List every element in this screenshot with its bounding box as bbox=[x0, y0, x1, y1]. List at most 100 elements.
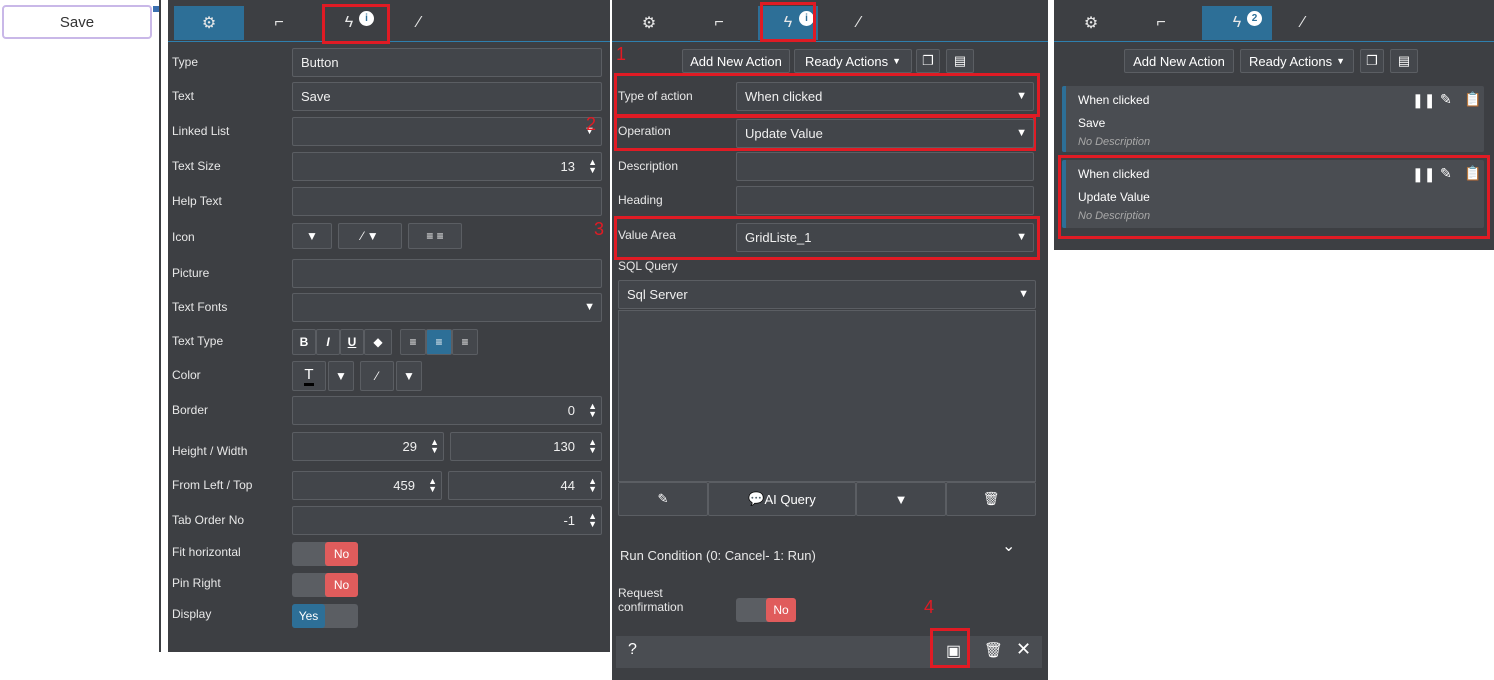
save-button-preview[interactable]: Save bbox=[2, 5, 152, 39]
tab-layout[interactable]: ⌐ bbox=[1126, 6, 1196, 40]
description-field[interactable] bbox=[736, 152, 1034, 181]
tab-layout[interactable]: ⌐ bbox=[244, 6, 314, 40]
text-label: Text bbox=[172, 89, 195, 103]
picture-field[interactable] bbox=[292, 259, 602, 288]
tab-settings[interactable]: ⚙ bbox=[174, 6, 244, 40]
paste-button[interactable]: ▤ bbox=[1390, 49, 1418, 73]
italic-button[interactable]: I bbox=[316, 329, 340, 355]
paste-button[interactable]: ▤ bbox=[946, 49, 974, 73]
icon-color-picker[interactable]: ⁄ ▼ bbox=[338, 223, 402, 249]
ready-actions-dropdown[interactable]: Ready Actions ▼ bbox=[794, 49, 912, 73]
display-toggle[interactable]: Yes bbox=[292, 604, 358, 628]
top-stepper[interactable]: 44 ▲ ▼ bbox=[448, 471, 602, 500]
pencil-icon[interactable]: ✎ bbox=[1440, 91, 1452, 108]
value-area-value: GridListe_1 bbox=[745, 230, 812, 245]
eraser-button[interactable]: ◆ bbox=[364, 329, 392, 355]
brush-icon: ⁄ ▼ bbox=[361, 229, 379, 243]
copy-button[interactable]: ❐ bbox=[1360, 49, 1384, 73]
from-left-top-label: From Left / Top bbox=[172, 478, 253, 492]
align-left-icon: ≡ ≡ bbox=[426, 229, 444, 243]
highlight-actions-tab bbox=[322, 4, 390, 44]
height-value: 29 bbox=[402, 439, 417, 454]
heading-field[interactable] bbox=[736, 186, 1034, 215]
step-marker-2: 2 bbox=[586, 114, 597, 134]
spinner-icon[interactable]: ▲ ▼ bbox=[430, 438, 439, 455]
border-stepper[interactable]: 0 ▲ ▼ bbox=[292, 396, 602, 425]
request-label-line2: confirmation bbox=[618, 600, 684, 614]
ready-actions-dropdown[interactable]: Ready Actions ▼ bbox=[1240, 49, 1354, 73]
request-confirmation-toggle[interactable]: No bbox=[736, 598, 796, 622]
action-card[interactable]: When clicked Save No Description ❚❚ ✎ 📋 bbox=[1062, 86, 1484, 152]
layout-icon: ⌐ bbox=[1156, 14, 1166, 31]
align-center-button[interactable]: ≡ bbox=[426, 329, 452, 355]
sql-query-editor[interactable] bbox=[618, 310, 1036, 482]
border-label: Border bbox=[172, 403, 209, 417]
ai-query-button[interactable]: 💬 AI Query bbox=[708, 482, 856, 516]
value-area-select[interactable]: GridListe_1 ▼ bbox=[736, 223, 1034, 252]
chevron-down-icon: ▼ bbox=[584, 301, 595, 313]
ai-query-label: AI Query bbox=[764, 491, 816, 507]
text-fonts-select[interactable]: ▼ bbox=[292, 293, 602, 322]
copy-button[interactable]: ❐ bbox=[916, 49, 940, 73]
spinner-icon[interactable]: ▲ ▼ bbox=[588, 477, 597, 494]
text-color-dropdown[interactable]: ▼ bbox=[328, 361, 354, 391]
bold-button[interactable]: B bbox=[292, 329, 316, 355]
align-left-button[interactable]: ≡ bbox=[400, 329, 426, 355]
underline-button[interactable]: U bbox=[340, 329, 364, 355]
close-icon[interactable]: ✕ bbox=[1016, 639, 1031, 660]
spinner-icon[interactable]: ▲ ▼ bbox=[588, 158, 597, 175]
linked-list-select[interactable]: ▼ bbox=[292, 117, 602, 146]
tab-style[interactable]: ⁄ bbox=[1268, 6, 1338, 40]
copy-icon: ❐ bbox=[1366, 53, 1378, 68]
height-stepper[interactable]: 29 ▲ ▼ bbox=[292, 432, 444, 461]
bg-color-dropdown[interactable]: ▼ bbox=[396, 361, 422, 391]
value-area-label: Value Area bbox=[618, 228, 676, 242]
spinner-icon[interactable]: ▲ ▼ bbox=[588, 512, 597, 529]
help-icon[interactable]: ? bbox=[628, 641, 637, 659]
icon-align-buttons[interactable]: ≡ ≡ bbox=[408, 223, 462, 249]
tab-actions[interactable]: ϟ2 bbox=[1202, 6, 1272, 40]
text-size-value: 13 bbox=[560, 159, 575, 174]
edit-query-button[interactable]: ✎ bbox=[618, 482, 708, 516]
pin-right-toggle[interactable]: No bbox=[292, 573, 358, 597]
text-field[interactable]: Save bbox=[292, 82, 602, 111]
display-label: Display bbox=[172, 607, 212, 621]
spinner-icon[interactable]: ▲ ▼ bbox=[588, 438, 597, 455]
spinner-icon[interactable]: ▲ ▼ bbox=[588, 402, 597, 419]
tab-layout[interactable]: ⌐ bbox=[684, 6, 754, 40]
tab-style[interactable]: ⁄ bbox=[384, 6, 454, 40]
add-new-action-button[interactable]: Add New Action bbox=[1124, 49, 1234, 73]
width-stepper[interactable]: 130 ▲ ▼ bbox=[450, 432, 602, 461]
delete-query-button[interactable]: 🗑 bbox=[946, 482, 1036, 516]
trash-icon[interactable]: 🗑 bbox=[984, 641, 1003, 659]
clipboard-icon[interactable]: 📋 bbox=[1464, 91, 1481, 108]
filter-button[interactable]: ▼ bbox=[856, 482, 946, 516]
chat-icon: 💬 bbox=[748, 491, 765, 506]
text-color-button[interactable]: T bbox=[292, 361, 326, 391]
color-label: Color bbox=[172, 368, 201, 382]
highlight-save-button bbox=[930, 628, 970, 668]
fit-horizontal-toggle[interactable]: No bbox=[292, 542, 358, 566]
picture-label: Picture bbox=[172, 266, 210, 280]
add-new-action-button[interactable]: Add New Action bbox=[682, 49, 790, 73]
type-of-action-select[interactable]: When clicked ▼ bbox=[736, 82, 1034, 111]
operation-select[interactable]: Update Value ▼ bbox=[736, 119, 1034, 148]
filter-icon: ▼ bbox=[894, 491, 908, 507]
icon-picker[interactable]: ▼ bbox=[292, 223, 332, 249]
tab-settings[interactable]: ⚙ bbox=[614, 6, 684, 40]
tab-settings[interactable]: ⚙ bbox=[1056, 6, 1126, 40]
pause-icon[interactable]: ❚❚ bbox=[1412, 92, 1435, 109]
tab-style[interactable]: ⁄ bbox=[824, 6, 894, 40]
chevron-down-icon[interactable]: ⌄ bbox=[1002, 536, 1015, 556]
text-size-stepper[interactable]: 13 ▲ ▼ bbox=[292, 152, 602, 181]
align-right-button[interactable]: ≡ bbox=[452, 329, 478, 355]
align-right-icon: ≡ bbox=[461, 335, 469, 349]
tab-order-stepper[interactable]: -1 ▲ ▼ bbox=[292, 506, 602, 535]
left-stepper[interactable]: 459 ▲ ▼ bbox=[292, 471, 442, 500]
spinner-icon[interactable]: ▲ ▼ bbox=[428, 477, 437, 494]
help-text-label: Help Text bbox=[172, 194, 222, 208]
type-field[interactable]: Button bbox=[292, 48, 602, 77]
sql-server-select[interactable]: Sql Server ▼ bbox=[618, 280, 1036, 309]
help-text-field[interactable] bbox=[292, 187, 602, 216]
bg-color-button[interactable]: ⁄ bbox=[360, 361, 394, 391]
